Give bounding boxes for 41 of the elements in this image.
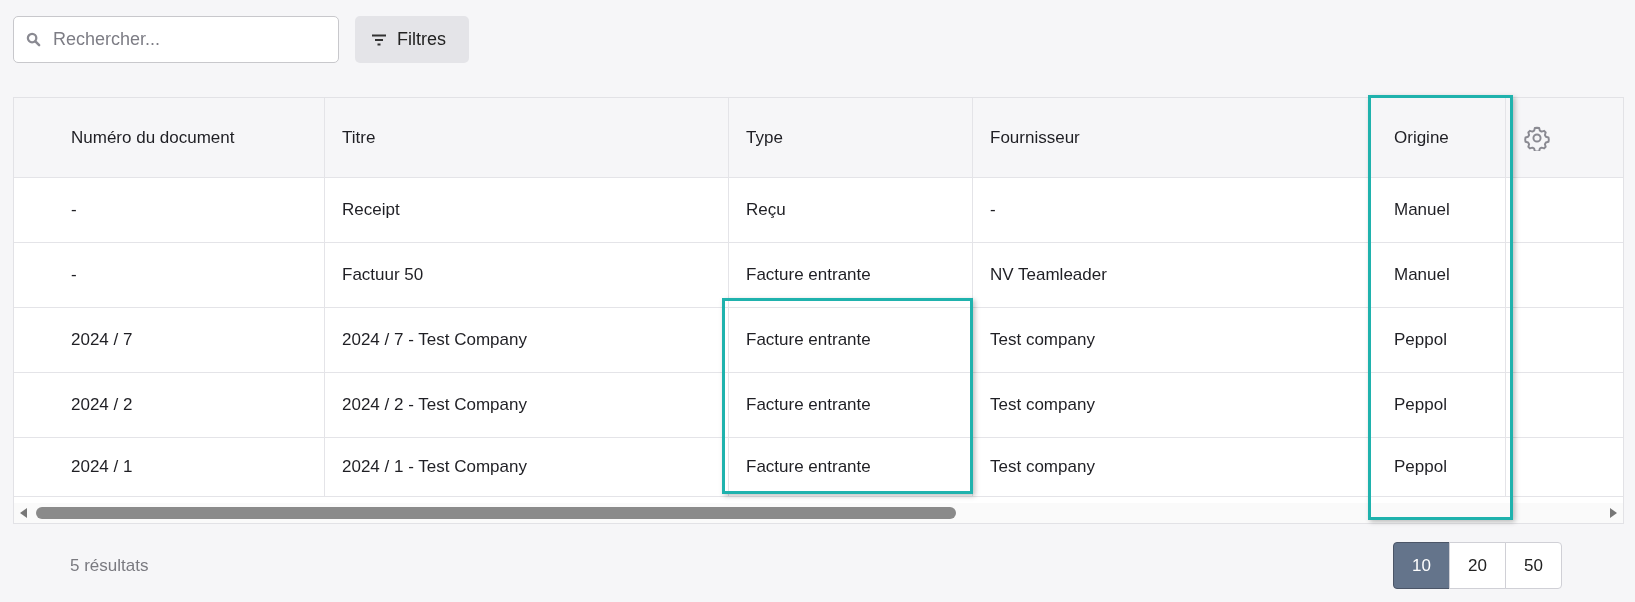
horizontal-scrollbar[interactable] bbox=[14, 503, 1623, 523]
results-count: 5 résultats bbox=[70, 555, 149, 576]
table-cell: NV Teamleader bbox=[973, 243, 1369, 308]
column-header: Origine bbox=[1369, 98, 1506, 178]
table-cell: 2024 / 7 bbox=[14, 308, 325, 373]
table-cell: Facture entrante bbox=[729, 308, 973, 373]
column-header: Titre bbox=[325, 98, 729, 178]
table-cell: - bbox=[14, 243, 325, 308]
column-header: Fournisseur bbox=[973, 98, 1369, 178]
table-cell: Manuel bbox=[1369, 178, 1506, 243]
table-cell: 2024 / 2 bbox=[14, 373, 325, 438]
table-cell: Factuur 50 bbox=[325, 243, 729, 308]
table-cell: 2024 / 1 bbox=[14, 438, 325, 497]
table-cell: Facture entrante bbox=[729, 438, 973, 497]
table-cell: Peppol bbox=[1369, 438, 1506, 497]
table-cell: 2024 / 1 - Test Company bbox=[325, 438, 729, 497]
table-cell: - bbox=[973, 178, 1369, 243]
table-cell: Peppol bbox=[1369, 373, 1506, 438]
table-cell: Reçu bbox=[729, 178, 973, 243]
table-cell: 2024 / 2 - Test Company bbox=[325, 373, 729, 438]
scroll-right-icon[interactable] bbox=[1609, 508, 1617, 518]
column-header: Numéro du document bbox=[14, 98, 325, 178]
table-cell: Facture entrante bbox=[729, 243, 973, 308]
table-cell: 2024 / 7 - Test Company bbox=[325, 308, 729, 373]
column-header: Type bbox=[729, 98, 973, 178]
search-field[interactable]: Rechercher... bbox=[13, 16, 339, 63]
table-cell: Facture entrante bbox=[729, 373, 973, 438]
table-cell: Manuel bbox=[1369, 243, 1506, 308]
table-cell: Test company bbox=[973, 438, 1369, 497]
table-cell: Peppol bbox=[1369, 308, 1506, 373]
page-size-button[interactable]: 20 bbox=[1449, 542, 1506, 589]
page-size-button[interactable]: 10 bbox=[1393, 542, 1450, 589]
table-cell: Test company bbox=[973, 373, 1369, 438]
settings-icon[interactable] bbox=[1524, 124, 1550, 151]
scroll-left-icon[interactable] bbox=[20, 508, 28, 518]
table-cell: Test company bbox=[973, 308, 1369, 373]
filter-icon bbox=[372, 33, 386, 46]
table-cell: Receipt bbox=[325, 178, 729, 243]
filter-button[interactable]: Filtres bbox=[355, 16, 469, 63]
page-size-button[interactable]: 50 bbox=[1505, 542, 1562, 589]
table-cell: - bbox=[14, 178, 325, 243]
